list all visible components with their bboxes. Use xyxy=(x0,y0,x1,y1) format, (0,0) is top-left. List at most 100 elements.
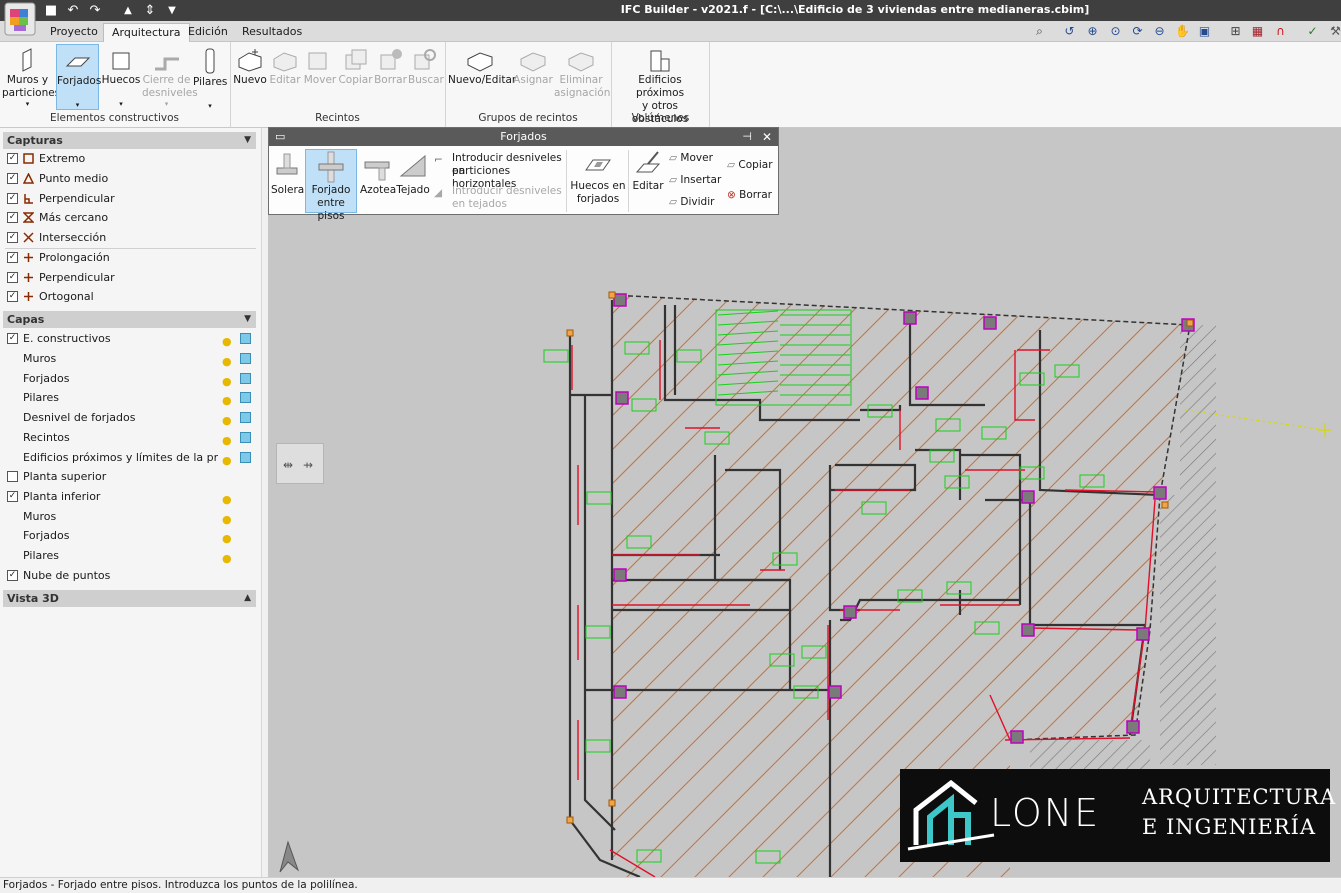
layer-row[interactable]: ✓ Nube de puntos xyxy=(6,566,258,585)
zoom-extents-icon[interactable]: ⊕ xyxy=(1085,24,1100,39)
vertex-marker[interactable] xyxy=(566,329,574,337)
checkbox[interactable]: ✓ xyxy=(7,173,18,184)
slab-tag[interactable] xyxy=(935,418,961,432)
layer-row[interactable]: Forjados ● xyxy=(6,369,258,388)
pan-hand-icon[interactable]: ✋ xyxy=(1175,24,1190,39)
layer-row[interactable]: Muros ● xyxy=(6,507,258,526)
mover-vertice-button[interactable]: ▱ Mover xyxy=(669,152,721,168)
tab-resultados[interactable]: Resultados xyxy=(234,23,310,42)
app-logo-icon[interactable] xyxy=(4,2,36,36)
slab-tag[interactable] xyxy=(861,501,887,515)
vertex-marker[interactable] xyxy=(608,291,616,299)
zoom-minus-icon[interactable]: ⊖ xyxy=(1152,24,1167,39)
pin-icon[interactable]: ⊣ xyxy=(742,128,752,146)
slab-tag[interactable] xyxy=(1079,474,1105,488)
checkbox[interactable]: ✓ xyxy=(7,212,18,223)
huecos-button[interactable]: Huecos ▾ xyxy=(101,44,141,110)
slab-tag[interactable] xyxy=(676,349,702,363)
muros-particiones-button[interactable]: Muros y particiones ▾ xyxy=(2,44,60,110)
checkbox[interactable]: ✓ xyxy=(7,252,18,263)
checkbox[interactable]: ✓ xyxy=(7,232,18,243)
slab-tag[interactable] xyxy=(626,535,652,549)
column-marker[interactable] xyxy=(613,568,627,582)
vertex-marker[interactable] xyxy=(1161,501,1169,509)
checkbox[interactable]: ✓ xyxy=(7,272,18,283)
column-marker[interactable] xyxy=(1136,627,1150,641)
search-icon[interactable]: ⌕ xyxy=(1032,24,1047,39)
column-marker[interactable] xyxy=(828,685,842,699)
nuevo-recinto-button[interactable]: Nuevo xyxy=(233,44,267,110)
column-marker[interactable] xyxy=(1021,623,1035,637)
drawing-canvas[interactable] xyxy=(268,128,1341,877)
column-marker[interactable] xyxy=(1021,490,1035,504)
pilares-button[interactable]: Pilares ▾ xyxy=(193,44,227,110)
3d-cube-icon[interactable] xyxy=(240,452,251,463)
huecos-forjados-button[interactable]: Huecos en forjados xyxy=(570,150,626,212)
close-icon[interactable]: ✕ xyxy=(762,128,772,146)
cierre-desniveles-button[interactable]: Cierre de desniveles ▾ xyxy=(142,44,198,110)
slab-tag[interactable] xyxy=(944,475,970,489)
layer-row[interactable]: Planta superior xyxy=(6,467,258,486)
snap-perpendicular[interactable]: ✓ Perpendicular xyxy=(6,189,258,208)
layer-row[interactable]: Muros ● xyxy=(6,349,258,368)
slab-tag[interactable] xyxy=(585,625,611,639)
grupo-nuevo-editar-button[interactable]: Nuevo/Editar xyxy=(448,44,516,110)
layer-row[interactable]: Forjados ● xyxy=(6,526,258,545)
snap-mas-cercano[interactable]: ✓ Más cercano xyxy=(6,208,258,227)
slab-tag[interactable] xyxy=(586,491,612,505)
snap-extremo[interactable]: ✓ Extremo xyxy=(6,149,258,168)
snap-prolongacion[interactable]: ✓ Prolongación xyxy=(6,248,258,267)
snap-punto-medio[interactable]: ✓ Punto medio xyxy=(6,169,258,188)
slab-tag[interactable] xyxy=(772,552,798,566)
mini-toolbar[interactable]: ⇹ ⇸ xyxy=(276,443,324,484)
3d-cube-icon[interactable] xyxy=(240,392,251,403)
slab-tag[interactable] xyxy=(636,849,662,863)
edificios-proximos-button[interactable]: Edificios próximosy otros obstáculos▾ xyxy=(614,44,706,134)
snap-interseccion[interactable]: ✓ Intersección xyxy=(6,228,258,247)
forjado-entre-pisos-button[interactable]: Forjado entre pisos xyxy=(305,149,357,222)
copiar-recinto-button[interactable]: Copiar xyxy=(338,44,373,110)
column-marker[interactable] xyxy=(1010,730,1024,744)
eliminar-asignacion-button[interactable]: Eliminar asignación xyxy=(554,44,610,110)
snap-perpendicular-2[interactable]: ✓ Perpendicular xyxy=(6,268,258,287)
join-icon[interactable]: ⇸ xyxy=(303,458,313,472)
solera-button[interactable]: Solera xyxy=(271,150,304,212)
borrar-forjado-button[interactable]: ⊗ Borrar xyxy=(727,189,777,205)
layers-icon[interactable]: ▦ xyxy=(1250,24,1265,39)
column-marker[interactable] xyxy=(1153,486,1167,500)
checkbox[interactable]: ✓ xyxy=(7,570,18,581)
checkbox[interactable] xyxy=(7,471,18,482)
3d-cube-icon[interactable] xyxy=(240,333,251,344)
slab-tag[interactable] xyxy=(755,850,781,864)
asignar-button[interactable]: Asignar xyxy=(513,44,553,110)
buscar-recinto-button[interactable]: Buscar xyxy=(408,44,444,110)
checkbox[interactable]: ✓ xyxy=(7,333,18,344)
azotea-button[interactable]: Azotea xyxy=(360,150,396,212)
editar-forjado-button[interactable]: Editar xyxy=(631,150,665,212)
layer-row[interactable]: Pilares ● xyxy=(6,546,258,565)
grid-icon[interactable]: ⊞ xyxy=(1228,24,1243,39)
checkbox[interactable]: ✓ xyxy=(7,153,18,164)
insertar-vertice-button[interactable]: ▱ Insertar xyxy=(669,174,723,190)
capturas-header[interactable]: Capturas ▼ xyxy=(3,132,256,149)
3d-cube-icon[interactable] xyxy=(240,353,251,364)
slab-tag[interactable] xyxy=(543,349,569,363)
3d-cube-icon[interactable] xyxy=(240,373,251,384)
slab-tag[interactable] xyxy=(1054,364,1080,378)
tab-edicion[interactable]: Edición xyxy=(180,23,236,42)
column-marker[interactable] xyxy=(983,316,997,330)
editar-recinto-button[interactable]: Editar xyxy=(269,44,301,110)
copiar-forjado-button[interactable]: ▱ Copiar xyxy=(727,159,777,175)
vertex-marker[interactable] xyxy=(1186,319,1194,327)
layer-row[interactable]: ✓ Planta inferior ● xyxy=(6,487,258,506)
floor-plan[interactable] xyxy=(268,128,1341,877)
split-icon[interactable]: ⇹ xyxy=(283,458,293,472)
forjados-button[interactable]: Forjados ▾ xyxy=(56,44,101,110)
checkbox[interactable]: ✓ xyxy=(7,193,18,204)
vista-3d-header[interactable]: Vista 3D ▲ xyxy=(3,590,256,607)
column-marker[interactable] xyxy=(843,605,857,619)
magnet-icon[interactable]: ∩ xyxy=(1273,24,1288,39)
zoom-refresh-icon[interactable]: ⟳ xyxy=(1130,24,1145,39)
checkbox[interactable]: ✓ xyxy=(7,491,18,502)
column-marker[interactable] xyxy=(1126,720,1140,734)
